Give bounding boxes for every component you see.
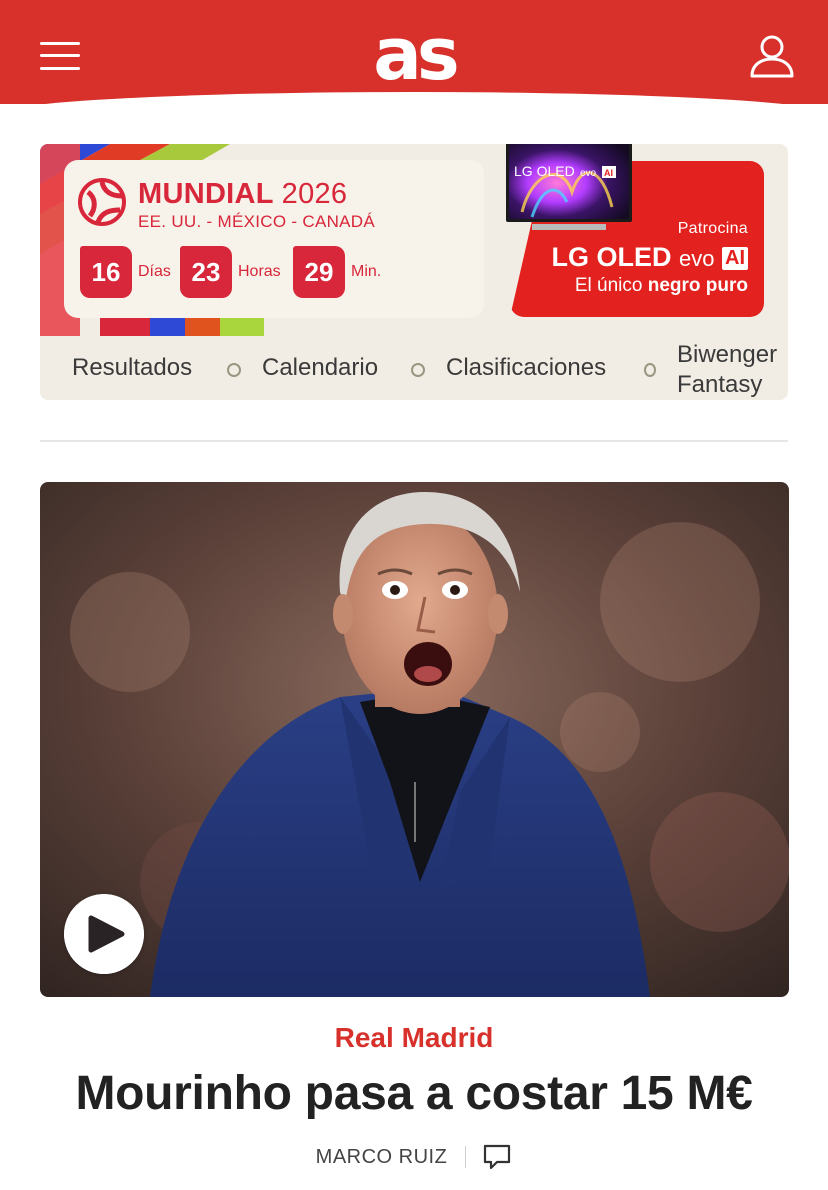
mundial-year: 2026 [281,178,348,210]
comment-icon[interactable] [482,1143,512,1171]
countdown-minutes: 29 Min. [293,246,381,298]
nav-resultados[interactable]: Resultados [72,356,192,380]
countdown-days: 16 Días [80,246,171,298]
countdown-hours-unit: Horas [238,263,281,280]
svg-text:evo: evo [580,168,597,179]
nav-biwenger-fantasy[interactable]: Biwenger Fantasy [677,340,777,400]
article-byline: MARCO RUIZ [0,1142,828,1172]
article-section[interactable]: Real Madrid [0,1022,828,1054]
host-countries: EE. UU. - MÉXICO - CANADÁ [138,212,376,231]
nav-separator-dot [411,363,425,377]
mundial-widget[interactable]: MUNDIAL 2026 EE. UU. - MÉXICO - CANADÁ 1… [40,144,788,400]
section-divider [40,440,788,442]
sponsor-brand: LG OLED evo AI [510,242,748,273]
byline-separator [465,1146,467,1168]
author-name[interactable]: MARCO RUIZ [316,1146,448,1169]
svg-text:LG OLED: LG OLED [514,163,575,179]
nav-clasificaciones[interactable]: Clasificaciones [446,356,606,380]
countdown-days-value: 16 [80,246,132,298]
site-logo[interactable]: as [0,16,828,92]
mundial-nav: Resultados Calendario Clasificaciones Bi… [40,336,788,400]
mundial-title: MUNDIAL 2026 [138,178,348,210]
play-icon[interactable] [64,894,144,974]
countdown-card: MUNDIAL 2026 EE. UU. - MÉXICO - CANADÁ 1… [64,160,484,318]
countdown-days-unit: Días [138,263,171,280]
sponsor-label: Patrocina [677,220,748,237]
svg-text:AI: AI [604,168,613,178]
countdown-minutes-unit: Min. [351,263,382,280]
nav-separator-dot [227,363,241,377]
countdown-hours-value: 23 [180,246,232,298]
countdown-hours: 23 Horas [180,246,281,298]
nav-separator-dot [644,363,656,377]
nav-calendario[interactable]: Calendario [262,356,378,380]
world-cup-ball-icon [78,178,126,226]
user-icon[interactable] [748,34,796,80]
countdown-minutes-value: 29 [293,246,345,298]
sponsor-tagline: El único negro puro [574,275,748,296]
site-header: as [0,0,828,114]
article-headline[interactable]: Mourinho pasa a costar 15 M€ [0,1066,828,1121]
article-hero-image[interactable] [40,482,789,997]
